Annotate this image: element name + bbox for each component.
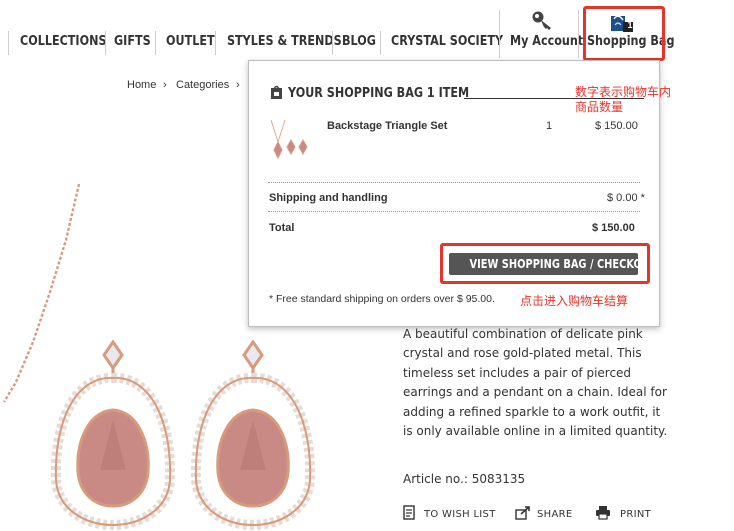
nav-divider — [215, 31, 216, 55]
divider — [268, 211, 640, 212]
nav-item-crystal-society[interactable]: CRYSTAL SOCIETY — [391, 34, 503, 54]
item-price: $ 150.00 — [595, 120, 638, 132]
article-number: Article no.: 5083135 — [403, 472, 526, 486]
item-thumbnail[interactable] — [268, 118, 312, 160]
checkout-highlight — [440, 243, 650, 284]
nav-item-outlet[interactable]: OUTLET — [166, 34, 215, 54]
item-name[interactable]: Backstage Triangle Set — [327, 120, 447, 132]
annotation-count-line1: 数字表示购物车内 — [575, 85, 672, 99]
print-link[interactable]: PRINT — [620, 509, 651, 520]
shipping-note: * Free standard shipping on orders over … — [269, 293, 495, 305]
annotation-count-line2: 商品数量 — [575, 100, 624, 114]
bag-title: YOUR SHOPPING BAG 1 ITEM — [288, 86, 470, 101]
nav-item-collections[interactable]: COLLECTIONS — [20, 34, 107, 54]
left-earring — [50, 339, 176, 531]
shipping-label: Shipping and handling — [269, 192, 388, 204]
shipping-value: $ 0.00 * — [607, 192, 645, 204]
nav-divider — [499, 10, 500, 58]
share-icon[interactable] — [515, 505, 531, 520]
breadcrumb-separator: › — [163, 79, 167, 91]
print-icon[interactable] — [595, 505, 611, 520]
breadcrumb-categories[interactable]: Categories — [176, 79, 229, 91]
nav-divider — [155, 31, 156, 55]
total-value: $ 150.00 — [592, 222, 635, 234]
nav-divider — [332, 31, 333, 55]
nav-item-gifts[interactable]: GIFTS — [114, 34, 151, 54]
nav-divider — [578, 10, 579, 58]
nav-divider — [8, 31, 9, 55]
my-account-link[interactable]: My Account — [510, 34, 583, 49]
wishlist-icon[interactable] — [403, 505, 415, 520]
share-link[interactable]: SHARE — [537, 509, 572, 520]
total-label: Total — [269, 222, 295, 234]
nav-item-blog[interactable]: BLOG — [342, 34, 376, 54]
shopping-bag-highlight — [583, 6, 665, 61]
breadcrumb-home[interactable]: Home — [127, 79, 156, 91]
breadcrumb-separator: › — [236, 79, 240, 91]
annotation-checkout: 点击进入购物车结算 — [520, 294, 629, 308]
wishlist-link[interactable]: TO WISH LIST — [424, 509, 496, 520]
item-quantity: 1 — [546, 120, 553, 132]
nav-divider — [380, 31, 381, 55]
nav-divider — [105, 31, 106, 55]
product-description: A beautiful combination of delicate pink… — [403, 327, 668, 439]
bag-icon — [271, 85, 282, 99]
nav-item-styles-trends[interactable]: STYLES & TRENDS — [227, 34, 342, 54]
divider — [268, 182, 640, 183]
key-icon[interactable] — [531, 9, 555, 31]
right-earring — [190, 339, 316, 531]
